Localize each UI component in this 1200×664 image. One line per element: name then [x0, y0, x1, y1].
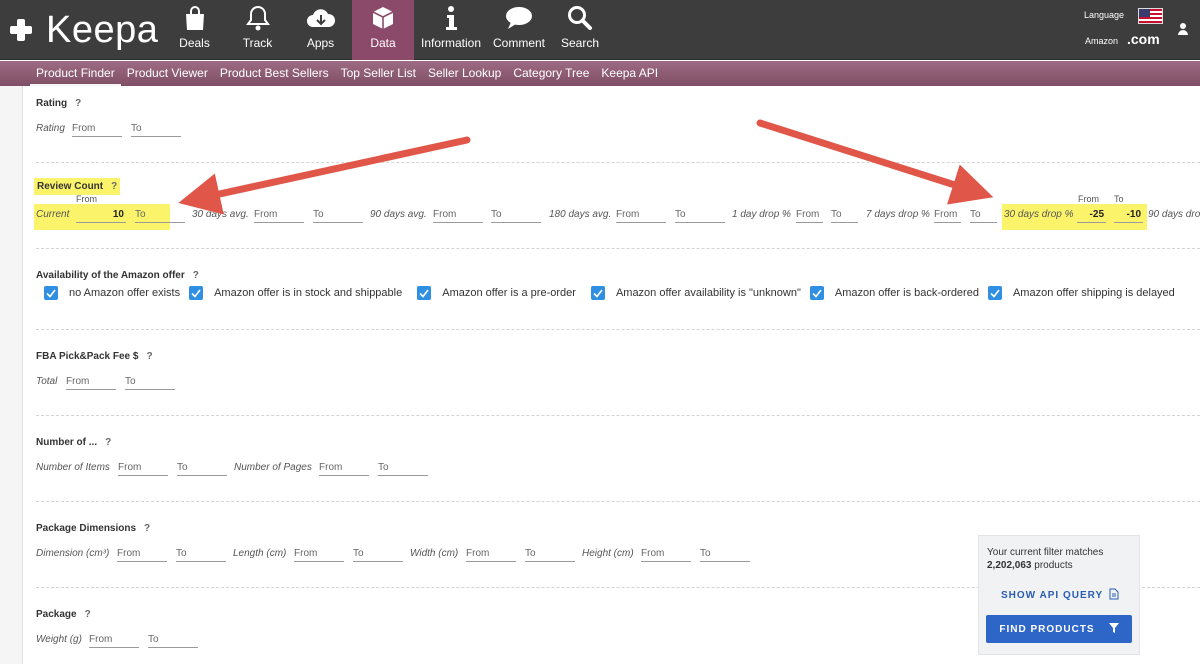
arrow-to-current: [178, 136, 471, 215]
arrow-to-30-days-drop: [756, 119, 994, 205]
annotation-arrows: [178, 119, 994, 215]
